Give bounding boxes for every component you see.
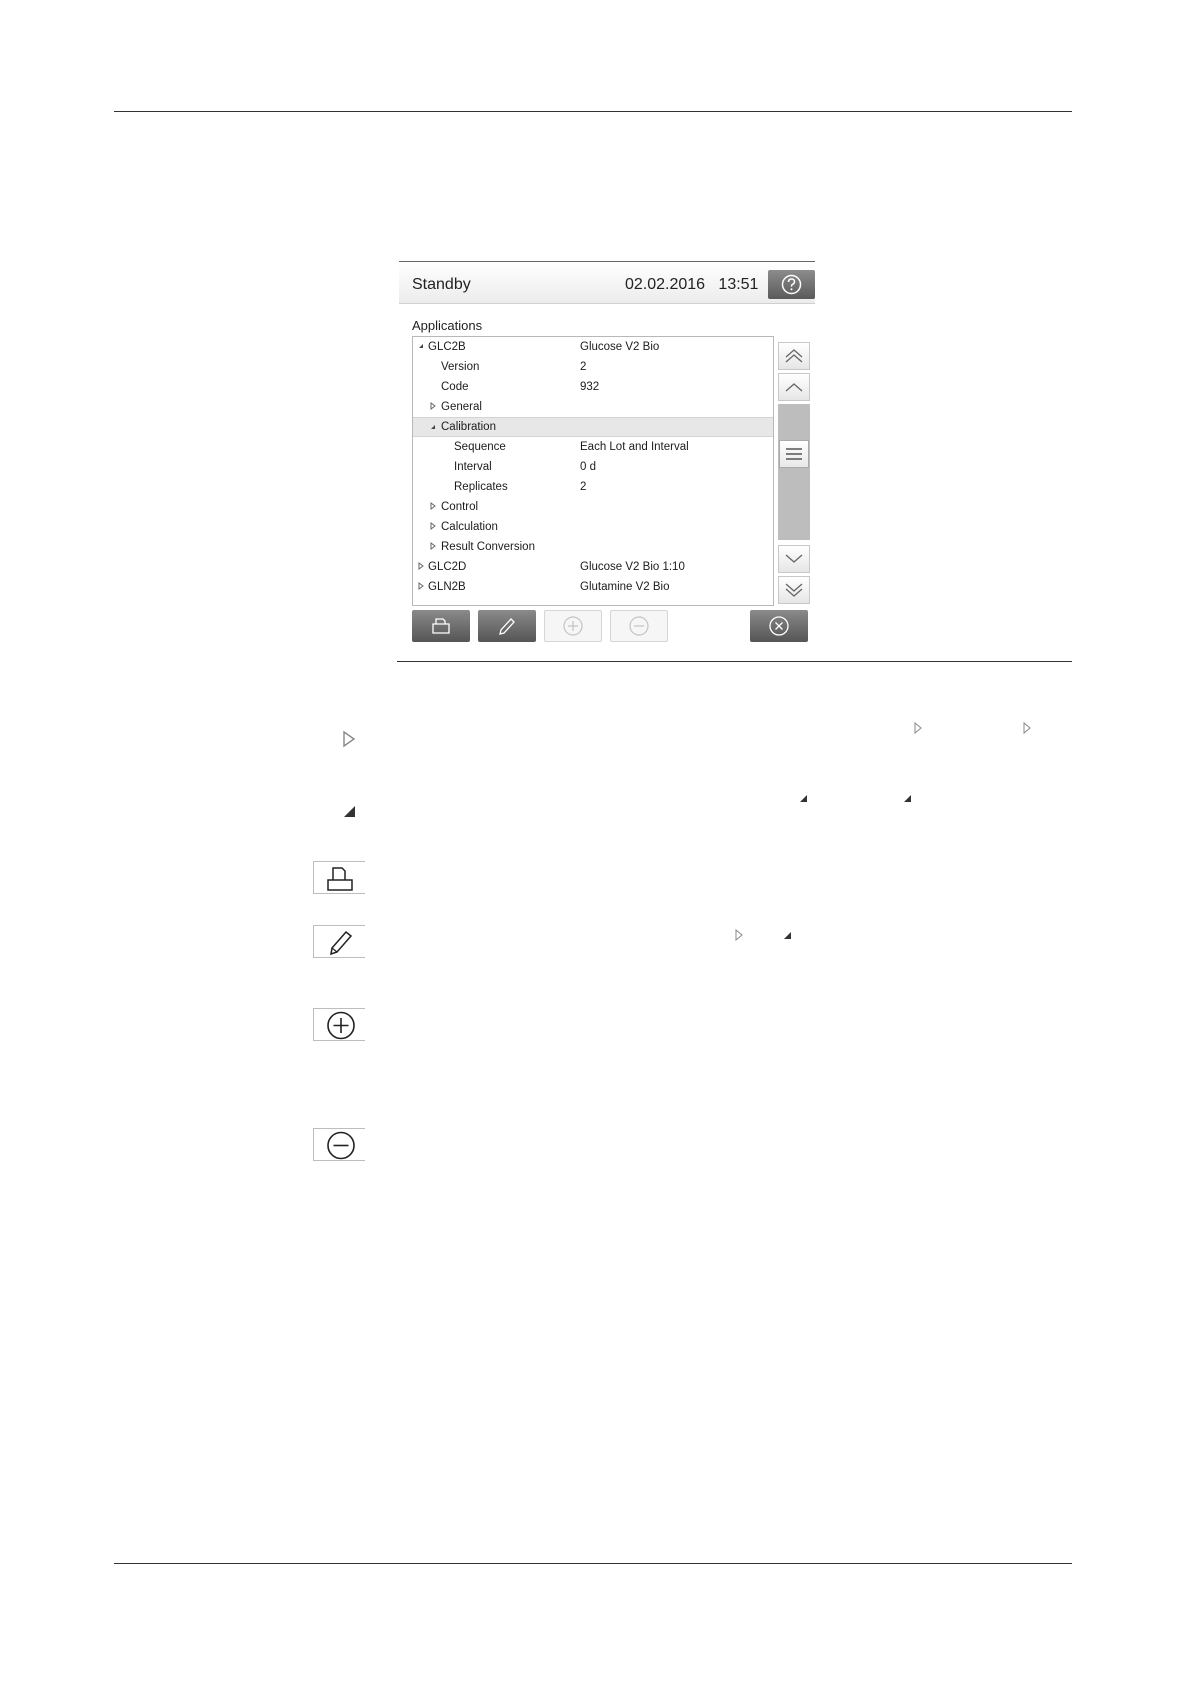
tree-row[interactable]: Replicates 2 (413, 477, 773, 497)
tree-row-name: Interval (454, 461, 492, 473)
scroll-up-button[interactable] (778, 373, 810, 401)
tree-row[interactable]: Code 932 (413, 377, 773, 397)
tree-row[interactable]: Version 2 (413, 357, 773, 377)
tree-row[interactable]: Sequence Each Lot and Interval (413, 437, 773, 457)
double-chevron-up-icon (785, 349, 803, 363)
status-header: Standby 02.02.2016 13:51 (399, 262, 815, 304)
tree-row[interactable]: GLC2D Glucose V2 Bio 1:10 (413, 557, 773, 577)
instrument-screen: Standby 02.02.2016 13:51 Applications GL… (399, 261, 815, 651)
close-circle-icon (769, 616, 789, 636)
plus-circle-icon (327, 1011, 355, 1040)
tree-row-name: GLC2D (428, 561, 467, 573)
scroll-thumb[interactable] (779, 440, 809, 468)
add-button[interactable] (544, 610, 602, 642)
tree-row-name: Replicates (454, 481, 508, 493)
tree-row-value: 0 d (580, 461, 596, 473)
chevron-up-icon (785, 383, 803, 392)
collapsed-triangle-icon (914, 722, 922, 734)
tree-row-name: Result Conversion (441, 541, 535, 553)
help-button[interactable] (768, 270, 815, 299)
collapsed-triangle-icon (1023, 722, 1031, 734)
tree-row-value: Each Lot and Interval (580, 441, 689, 453)
plus-circle-icon (563, 616, 583, 636)
scroll-down-button[interactable] (778, 545, 810, 573)
pencil-icon-box (313, 925, 365, 958)
menu-lines-icon (786, 448, 802, 460)
expanded-triangle-icon (344, 806, 355, 817)
status-text: Standby (412, 276, 471, 293)
tree-row[interactable]: Interval 0 d (413, 457, 773, 477)
scroll-track[interactable] (778, 404, 810, 540)
scroll-top-button[interactable] (778, 342, 810, 370)
remove-button[interactable] (610, 610, 668, 642)
tree-row-name: Code (441, 381, 469, 393)
expanded-triangle-icon (904, 795, 911, 802)
close-button[interactable] (750, 610, 808, 642)
tree-row-name: Version (441, 361, 480, 373)
tree-row[interactable]: General (413, 397, 773, 417)
edit-button[interactable] (478, 610, 536, 642)
tree-row-value: 932 (580, 381, 600, 393)
expanded-triangle-icon (800, 795, 807, 802)
double-chevron-down-icon (785, 583, 803, 597)
minus-circle-icon (629, 616, 649, 636)
expanded-triangle-icon (784, 932, 791, 939)
tree-row-name: Sequence (454, 441, 506, 453)
tree-row-name: Control (441, 501, 479, 513)
tree-row-selected[interactable]: Calibration (413, 417, 773, 437)
tree-row-name: GLN2B (428, 581, 466, 593)
print-icon (432, 618, 450, 634)
tree-row-name: General (441, 401, 482, 413)
collapsed-triangle-icon[interactable] (428, 521, 438, 531)
top-rule (114, 111, 1072, 112)
tree-row-value: Glutamine V2 Bio (580, 581, 670, 593)
pencil-icon (499, 618, 515, 635)
tree-row-name: GLC2B (428, 341, 466, 353)
collapsed-triangle-icon[interactable] (428, 501, 438, 511)
scroll-bottom-button[interactable] (778, 576, 810, 604)
tree-row[interactable]: GLN2B Glutamine V2 Bio (413, 577, 773, 597)
tree-row[interactable]: Control (413, 497, 773, 517)
minus-circle-icon (327, 1131, 355, 1160)
applications-title: Applications (412, 318, 483, 333)
print-button[interactable] (412, 610, 470, 642)
expanded-triangle-icon[interactable] (416, 341, 426, 351)
expanded-triangle-icon[interactable] (428, 422, 438, 432)
tree-row-value: Glucose V2 Bio 1:10 (580, 561, 685, 573)
tree-row[interactable]: Calculation (413, 517, 773, 537)
pencil-icon (330, 930, 353, 956)
collapsed-triangle-icon[interactable] (428, 541, 438, 551)
bottom-rule (114, 1563, 1072, 1564)
tree-row[interactable]: Result Conversion (413, 537, 773, 557)
screen-bottom-rule (397, 661, 1072, 662)
print-icon-box (313, 861, 365, 894)
tree-row-name: Calculation (441, 521, 498, 533)
collapsed-triangle-icon[interactable] (416, 561, 426, 571)
tree-row-value: Glucose V2 Bio (580, 341, 660, 353)
minus-circle-icon-box (313, 1128, 365, 1161)
applications-tree[interactable]: GLC2B Glucose V2 Bio Version 2 Code 932 … (412, 336, 774, 606)
date-time: 02.02.2016 13:51 (625, 276, 759, 293)
collapsed-triangle-icon (343, 730, 356, 748)
tree-row-value: 2 (580, 481, 587, 493)
tree-row-name: Calibration (441, 421, 496, 433)
collapsed-triangle-icon (735, 929, 743, 941)
tree-row-value: 2 (580, 361, 587, 373)
tree-row[interactable]: GLC2B Glucose V2 Bio (413, 337, 773, 357)
collapsed-triangle-icon[interactable] (416, 581, 426, 591)
plus-circle-icon-box (313, 1008, 365, 1041)
question-icon (781, 274, 802, 295)
collapsed-triangle-icon[interactable] (428, 401, 438, 411)
chevron-down-icon (785, 554, 803, 563)
print-icon (327, 867, 353, 891)
